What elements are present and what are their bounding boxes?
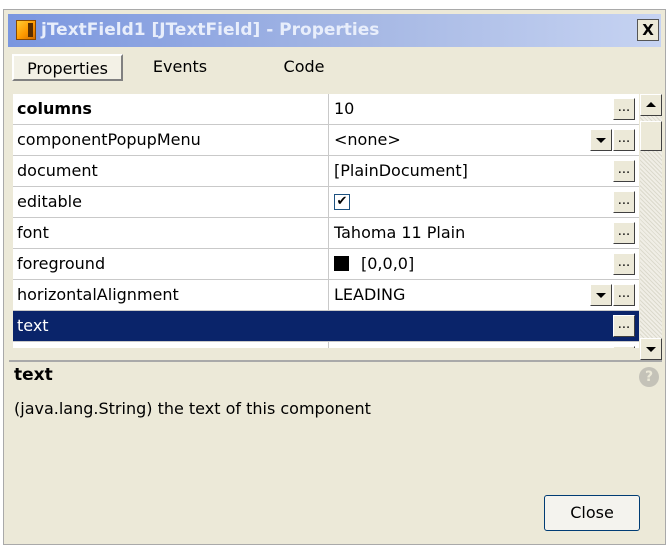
description-text: (java.lang.String) the text of this comp… [14, 399, 371, 418]
ellipsis-button[interactable]: ... [613, 160, 635, 182]
property-row-columns[interactable]: columns 10 ... [13, 94, 639, 125]
property-row-document[interactable]: document [PlainDocument] ... [13, 156, 639, 187]
description-title: text [14, 365, 53, 385]
close-button[interactable]: Close [544, 495, 640, 531]
property-row-editable[interactable]: editable ✔ ... [13, 187, 639, 218]
close-window-button[interactable]: X [637, 19, 659, 41]
properties-window: jTextField1 [JTextField] - Properties X … [3, 9, 666, 545]
tab-bar: Properties Events Code [12, 52, 632, 82]
property-grid: columns 10 ... componentPopupMenu <none>… [13, 94, 639, 348]
color-swatch [334, 256, 349, 271]
ellipsis-button[interactable]: ... [613, 346, 635, 348]
property-name: columns [13, 94, 329, 124]
window-title: jTextField1 [JTextField] - Properties [41, 20, 380, 40]
scroll-down-icon[interactable] [640, 338, 662, 360]
dropdown-arrow-icon[interactable] [590, 284, 612, 306]
property-name: horizontalAlignment [13, 280, 329, 310]
panel-splitter[interactable] [9, 360, 662, 362]
property-name: componentPopupMenu [13, 125, 329, 155]
property-value[interactable]: <none> [330, 125, 401, 155]
color-value: [0,0,0] [361, 254, 415, 273]
property-value[interactable] [330, 311, 334, 341]
property-name: font [13, 218, 329, 248]
property-value[interactable]: [0,0,0] [330, 249, 414, 279]
title-bar[interactable]: jTextField1 [JTextField] - Properties X [8, 14, 661, 47]
ellipsis-button[interactable]: ... [613, 315, 635, 337]
property-name: toolTipText [13, 342, 329, 348]
property-value[interactable]: [PlainDocument] [330, 156, 468, 186]
property-row-tooltiptext[interactable]: toolTipText null ... [13, 342, 639, 348]
ellipsis-button[interactable]: ... [613, 253, 635, 275]
property-value[interactable]: ✔ [330, 187, 374, 217]
property-scrollbar[interactable] [640, 94, 662, 360]
property-row-componentpopupmenu[interactable]: componentPopupMenu <none> ... [13, 125, 639, 156]
property-row-horizontalalignment[interactable]: horizontalAlignment LEADING ... [13, 280, 639, 311]
property-value[interactable]: null [330, 342, 363, 348]
scroll-thumb[interactable] [640, 121, 662, 151]
scroll-up-icon[interactable] [640, 94, 662, 116]
ellipsis-button[interactable]: ... [613, 191, 635, 213]
ellipsis-button[interactable]: ... [613, 222, 635, 244]
property-row-text[interactable]: text ... [13, 311, 639, 342]
property-name: document [13, 156, 329, 186]
tab-properties[interactable]: Properties [12, 54, 123, 81]
property-value[interactable]: 10 [330, 94, 354, 124]
property-name: editable [13, 187, 329, 217]
tab-code[interactable]: Code [274, 54, 334, 81]
property-row-foreground[interactable]: foreground [0,0,0] ... [13, 249, 639, 280]
property-value[interactable]: LEADING [330, 280, 405, 310]
ellipsis-button[interactable]: ... [613, 284, 635, 306]
property-value[interactable]: Tahoma 11 Plain [330, 218, 465, 248]
help-icon[interactable]: ? [639, 367, 659, 387]
ellipsis-button[interactable]: ... [613, 129, 635, 151]
property-name: text [13, 311, 329, 341]
app-icon [16, 20, 36, 40]
property-row-font[interactable]: font Tahoma 11 Plain ... [13, 218, 639, 249]
tab-events[interactable]: Events [140, 54, 220, 81]
ellipsis-button[interactable]: ... [613, 98, 635, 120]
editable-checkbox[interactable]: ✔ [334, 194, 350, 210]
property-name: foreground [13, 249, 329, 279]
dropdown-arrow-icon[interactable] [590, 129, 612, 151]
